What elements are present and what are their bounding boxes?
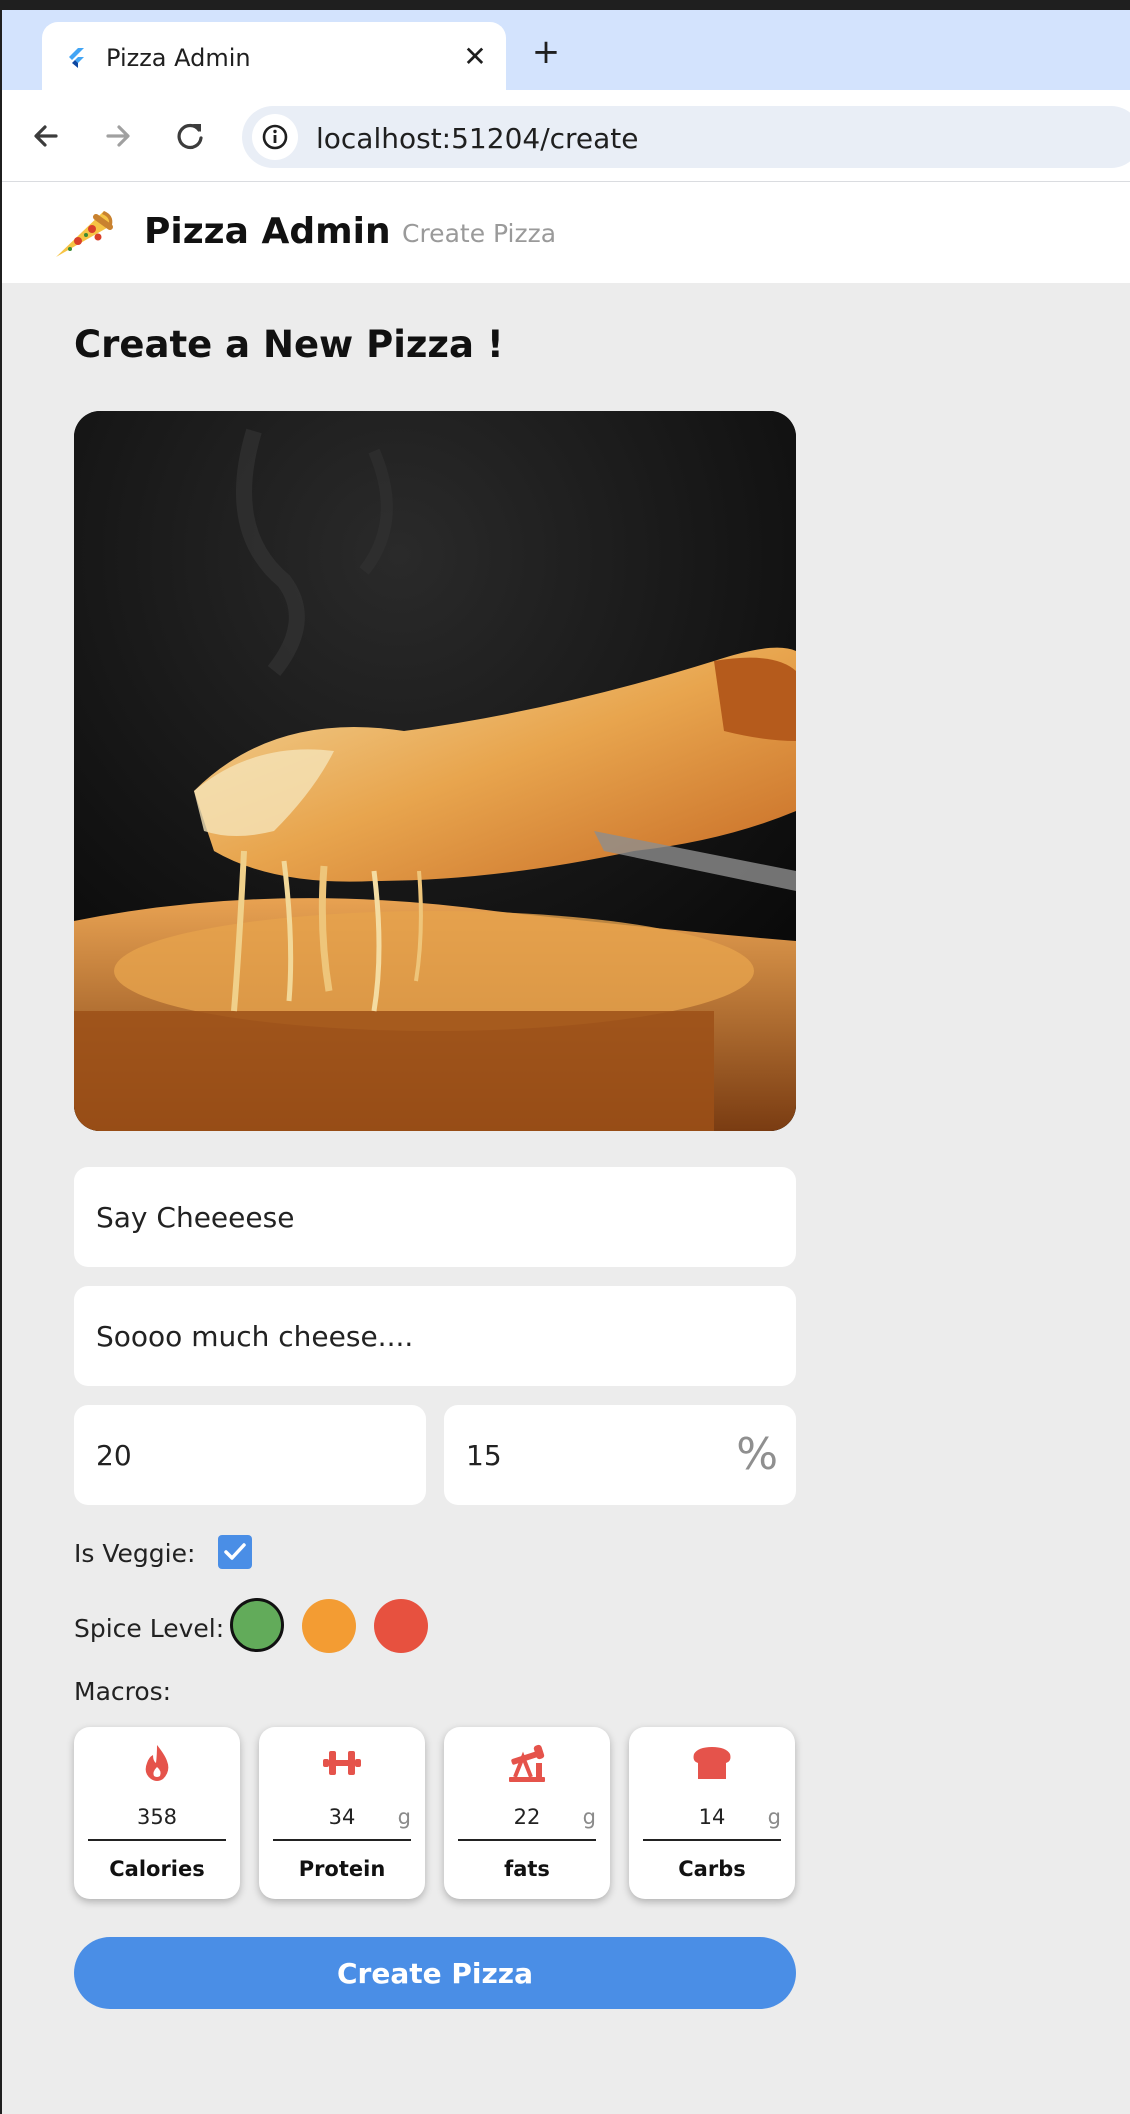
bread-icon: [693, 1747, 731, 1779]
spice-mild-option[interactable]: [230, 1598, 284, 1652]
oil-pump-icon: [509, 1744, 545, 1782]
flame-icon: [145, 1745, 169, 1781]
site-info-button[interactable]: [252, 114, 298, 160]
info-icon: [262, 124, 288, 150]
dumbbell-icon: [323, 1751, 361, 1775]
pizza-name-field[interactable]: [74, 1167, 796, 1267]
browser-tab[interactable]: Pizza Admin ✕: [42, 22, 506, 92]
flutter-icon: [69, 48, 84, 68]
browser-toolbar: localhost:51204/create: [0, 90, 1130, 182]
pizza-description-field[interactable]: [74, 1286, 796, 1386]
calories-value[interactable]: 358: [74, 1805, 240, 1829]
protein-unit: g: [397, 1805, 411, 1829]
tab-title: Pizza Admin: [106, 44, 251, 72]
input-underline: [643, 1839, 781, 1841]
macros-label: Macros:: [74, 1677, 172, 1706]
window-left-edge: [0, 0, 2, 2114]
carbs-unit: g: [767, 1805, 781, 1829]
pizza-description-input[interactable]: [74, 1286, 796, 1386]
price-field[interactable]: [74, 1405, 426, 1505]
macro-card-fats: 22 g fats: [444, 1727, 610, 1899]
back-arrow-icon[interactable]: [24, 114, 68, 158]
new-tab-button[interactable]: +: [528, 34, 564, 70]
app-header: Pizza Admin Create Pizza: [2, 183, 1130, 283]
nav-create-pizza[interactable]: Create Pizza: [402, 219, 556, 248]
forward-arrow-icon[interactable]: [96, 114, 140, 158]
app-title: Pizza Admin: [144, 211, 391, 252]
input-underline: [458, 1839, 596, 1841]
address-bar[interactable]: localhost:51204/create: [242, 106, 1130, 168]
price-input[interactable]: [74, 1405, 426, 1505]
input-underline: [88, 1839, 226, 1841]
pizza-photo: [74, 411, 796, 1131]
fats-label: fats: [504, 1857, 550, 1881]
url-text: localhost:51204/create: [316, 122, 639, 155]
veggie-label: Is Veggie:: [74, 1539, 196, 1568]
checkmark-icon: [224, 1543, 246, 1560]
pizza-image[interactable]: [74, 411, 796, 1131]
macro-card-protein: 34 g Protein: [259, 1727, 425, 1899]
close-icon[interactable]: ✕: [458, 40, 492, 74]
tab-strip: Pizza Admin ✕ +: [0, 10, 1130, 92]
input-underline: [273, 1839, 411, 1841]
reload-icon[interactable]: [168, 114, 212, 158]
spice-medium-option[interactable]: [302, 1599, 356, 1653]
spice-level-label: Spice Level:: [74, 1614, 225, 1643]
carbs-label: Carbs: [678, 1857, 746, 1881]
discount-field[interactable]: %: [444, 1405, 796, 1505]
protein-label: Protein: [298, 1857, 386, 1881]
create-pizza-page: Create a New Pizza ! Say Cheeeese Soooo …: [2, 283, 1130, 2114]
create-pizza-button[interactable]: Create Pizza: [74, 1937, 796, 2009]
macro-card-calories: 358 Calories: [74, 1727, 240, 1899]
percent-suffix: %: [736, 1429, 778, 1480]
macro-card-carbs: 14 g Carbs: [629, 1727, 795, 1899]
pizza-slice-icon: [56, 211, 113, 257]
pizza-name-input[interactable]: [74, 1167, 796, 1267]
window-top-edge: [0, 0, 1130, 10]
calories-label: Calories: [109, 1857, 205, 1881]
spice-hot-option[interactable]: [374, 1599, 428, 1653]
fats-unit: g: [582, 1805, 596, 1829]
page-title: Create a New Pizza !: [74, 323, 504, 366]
veggie-checkbox[interactable]: [218, 1535, 252, 1569]
